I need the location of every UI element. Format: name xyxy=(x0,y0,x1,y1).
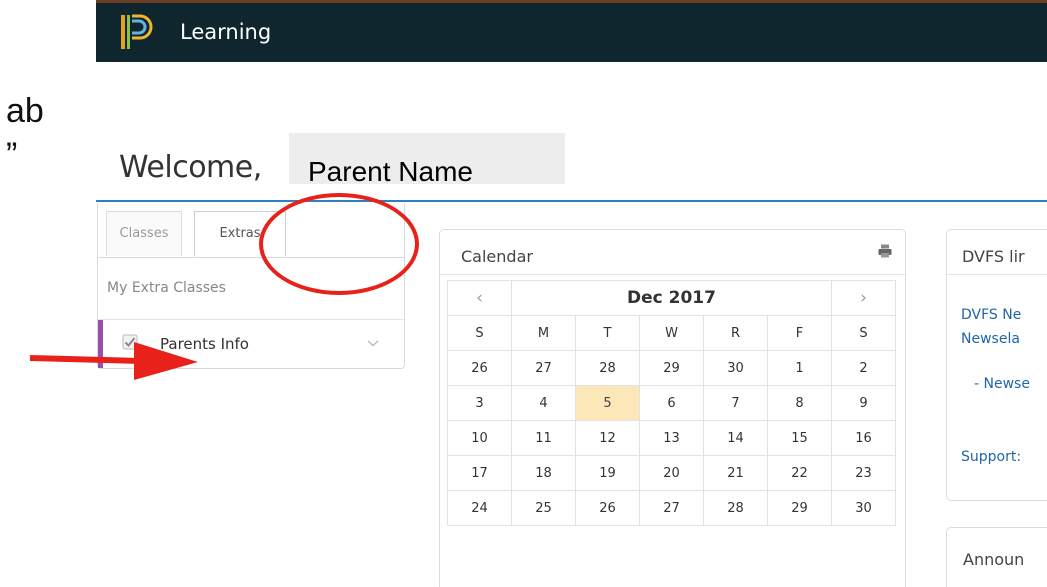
print-icon[interactable] xyxy=(878,244,892,258)
calendar-day[interactable]: 18 xyxy=(511,455,576,491)
calendar-day[interactable]: 29 xyxy=(767,490,832,526)
weekday-label: S xyxy=(447,315,512,351)
calendar-day[interactable]: 22 xyxy=(767,455,832,491)
calendar-header: Calendar xyxy=(440,230,905,275)
calendar-day[interactable]: 11 xyxy=(511,420,576,456)
calendar-day[interactable]: 20 xyxy=(639,455,704,491)
calendar-day[interactable]: 1 xyxy=(767,350,832,386)
calendar-day[interactable]: 27 xyxy=(639,490,704,526)
powerschool-logo-icon[interactable] xyxy=(118,12,154,52)
weekday-label: F xyxy=(767,315,832,351)
parent-name: Parent Name xyxy=(308,156,473,187)
calendar-day[interactable]: 8 xyxy=(767,385,832,421)
calendar-week-row: 17 18 19 20 21 22 23 xyxy=(447,455,896,491)
announcements-title: Announ xyxy=(963,550,1025,569)
annotation-text-line1: ab xyxy=(6,92,44,130)
annotation-text-line2: ” xyxy=(6,136,18,174)
header-divider xyxy=(96,200,1047,202)
announcements-panel: Announ xyxy=(946,527,1047,587)
calendar-day[interactable]: 2 xyxy=(831,350,896,386)
calendar-title: Calendar xyxy=(461,247,533,266)
month-label: Dec 2017 xyxy=(511,280,832,316)
calendar-day[interactable]: 16 xyxy=(831,420,896,456)
calendar-day[interactable]: 28 xyxy=(575,350,640,386)
calendar-day[interactable]: 25 xyxy=(511,490,576,526)
brand-title[interactable]: Learning xyxy=(180,20,271,44)
calendar-day[interactable]: 4 xyxy=(511,385,576,421)
dvfs-panel-title: DVFS lir xyxy=(962,247,1025,266)
calendar-widget: Calendar ‹ Dec 2017 › S M T W R F S 26 2… xyxy=(439,229,906,587)
weekday-label: R xyxy=(703,315,768,351)
calendar-day[interactable]: 3 xyxy=(447,385,512,421)
calendar-week-row: 3 4 5 6 7 8 9 xyxy=(447,385,896,421)
calendar-week-row: 26 27 28 29 30 1 2 xyxy=(447,350,896,386)
calendar-day[interactable]: 14 xyxy=(703,420,768,456)
weekday-label: S xyxy=(831,315,896,351)
chevron-down-icon[interactable] xyxy=(366,338,380,348)
calendar-week-row: 10 11 12 13 14 15 16 xyxy=(447,420,896,456)
calendar-day[interactable]: 26 xyxy=(575,490,640,526)
newsela-link[interactable]: Newsela xyxy=(961,331,1020,347)
weekday-label: T xyxy=(575,315,640,351)
welcome-greeting: Welcome, xyxy=(119,150,262,185)
calendar-day[interactable]: 17 xyxy=(447,455,512,491)
prev-month-button[interactable]: ‹ xyxy=(447,280,512,316)
dvfs-link[interactable]: DVFS Ne xyxy=(961,307,1021,323)
pointer-arrow-icon xyxy=(30,342,198,380)
tab-classes[interactable]: Classes xyxy=(106,211,182,256)
calendar-day[interactable]: 7 xyxy=(703,385,768,421)
support-link[interactable]: Support: xyxy=(961,449,1021,465)
calendar-day[interactable]: 28 xyxy=(703,490,768,526)
weekday-row: S M T W R F S xyxy=(447,315,896,351)
calendar-day[interactable]: 26 xyxy=(447,350,512,386)
next-month-button[interactable]: › xyxy=(831,280,896,316)
calendar-day[interactable]: 29 xyxy=(639,350,704,386)
calendar-day[interactable]: 27 xyxy=(511,350,576,386)
calendar-day-today[interactable]: 5 xyxy=(575,385,640,421)
calendar-day[interactable]: 21 xyxy=(703,455,768,491)
calendar-week-row: 24 25 26 27 28 29 30 xyxy=(447,490,896,526)
newsela-sub-link[interactable]: - Newse xyxy=(974,376,1030,392)
dvfs-links-panel: DVFS lir DVFS Ne Newsela - Newse Support… xyxy=(946,229,1047,501)
top-bar: Learning xyxy=(96,0,1047,62)
calendar-day[interactable]: 6 xyxy=(639,385,704,421)
highlight-circle xyxy=(259,193,419,295)
calendar-day[interactable]: 24 xyxy=(447,490,512,526)
calendar-day[interactable]: 10 xyxy=(447,420,512,456)
dvfs-panel-header: DVFS lir xyxy=(947,230,1047,275)
calendar-day[interactable]: 12 xyxy=(575,420,640,456)
calendar-nav-row: ‹ Dec 2017 › xyxy=(447,280,896,316)
calendar-day[interactable]: 23 xyxy=(831,455,896,491)
calendar-day[interactable]: 30 xyxy=(703,350,768,386)
calendar-day[interactable]: 9 xyxy=(831,385,896,421)
weekday-label: M xyxy=(511,315,576,351)
weekday-label: W xyxy=(639,315,704,351)
calendar-grid: ‹ Dec 2017 › S M T W R F S 26 27 28 29 3… xyxy=(447,280,896,526)
section-label: My Extra Classes xyxy=(107,280,226,296)
app-window: Learning Welcome, Parent Name Classes Ex… xyxy=(96,0,1047,587)
calendar-day[interactable]: 15 xyxy=(767,420,832,456)
calendar-day[interactable]: 19 xyxy=(575,455,640,491)
calendar-day[interactable]: 13 xyxy=(639,420,704,456)
calendar-day[interactable]: 30 xyxy=(831,490,896,526)
